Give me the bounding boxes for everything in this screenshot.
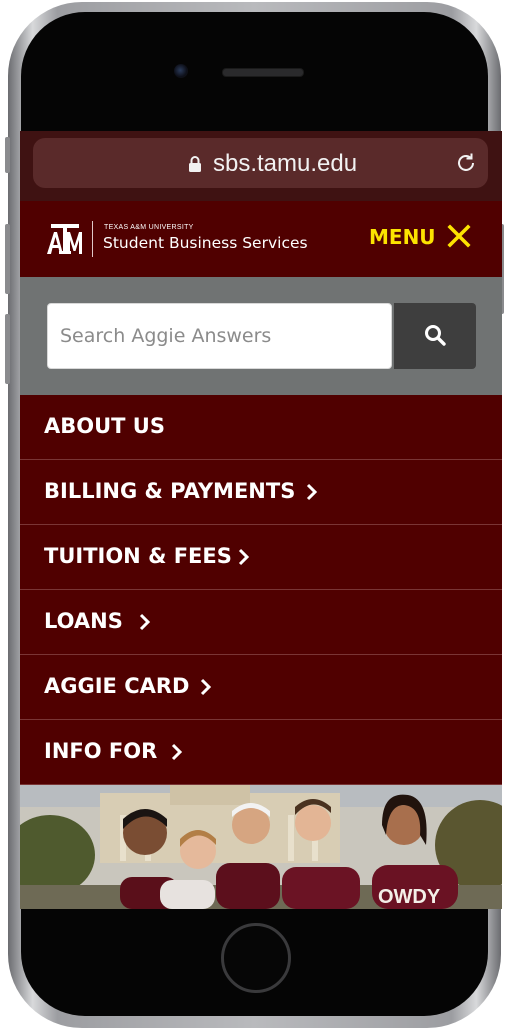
search-input[interactable] <box>47 303 392 369</box>
logo-divider <box>92 221 93 257</box>
chevron-right-icon <box>238 548 250 566</box>
hero-image: OWDY <box>20 785 502 909</box>
site-name[interactable]: Student Business Services <box>103 234 308 252</box>
volume-up-button <box>5 224 10 294</box>
nav-item-label: ABOUT US <box>44 414 165 438</box>
front-camera <box>174 64 188 78</box>
search-button[interactable] <box>394 303 476 369</box>
svg-text:OWDY: OWDY <box>378 886 441 908</box>
lock-icon <box>189 156 201 172</box>
phone-screen: sbs.tamu.edu TEXAS A&M UNIVERSITY Studen… <box>20 131 502 909</box>
home-button[interactable] <box>221 923 291 993</box>
main-nav: ABOUT US BILLING & PAYMENTS TUITION & FE… <box>20 395 502 785</box>
university-name: TEXAS A&M UNIVERSITY <box>104 224 194 231</box>
search-icon <box>425 325 446 346</box>
chevron-right-icon <box>139 613 151 631</box>
browser-toolbar: sbs.tamu.edu <box>20 131 502 201</box>
nav-item-label: BILLING & PAYMENTS <box>44 479 296 503</box>
chevron-right-icon <box>171 743 183 761</box>
close-icon[interactable] <box>447 224 471 248</box>
nav-item-label: AGGIE CARD <box>44 674 190 698</box>
volume-down-button <box>5 314 10 384</box>
site-header: TEXAS A&M UNIVERSITY Student Business Se… <box>20 201 502 277</box>
menu-toggle-label[interactable]: MENU <box>369 225 436 249</box>
chevron-right-icon <box>200 678 212 696</box>
mute-switch <box>5 137 10 173</box>
nav-item-aggie-card[interactable]: AGGIE CARD <box>20 655 502 720</box>
reload-icon[interactable] <box>455 152 477 174</box>
search-area <box>20 277 502 395</box>
nav-item-billing-payments[interactable]: BILLING & PAYMENTS <box>20 460 502 525</box>
nav-item-label: INFO FOR <box>44 739 158 763</box>
nav-item-info-for[interactable]: INFO FOR <box>20 720 502 785</box>
nav-item-about-us[interactable]: ABOUT US <box>20 395 502 460</box>
nav-item-loans[interactable]: LOANS <box>20 590 502 655</box>
nav-item-label: TUITION & FEES <box>44 544 232 568</box>
address-bar[interactable]: sbs.tamu.edu <box>33 138 488 188</box>
url-text: sbs.tamu.edu <box>213 150 358 177</box>
nav-item-tuition-fees[interactable]: TUITION & FEES <box>20 525 502 590</box>
chevron-right-icon <box>306 483 318 501</box>
students-group-photo: OWDY <box>20 785 502 909</box>
atm-logo-icon[interactable] <box>46 221 84 257</box>
nav-item-label: LOANS <box>44 609 123 633</box>
earpiece-speaker <box>222 68 304 77</box>
